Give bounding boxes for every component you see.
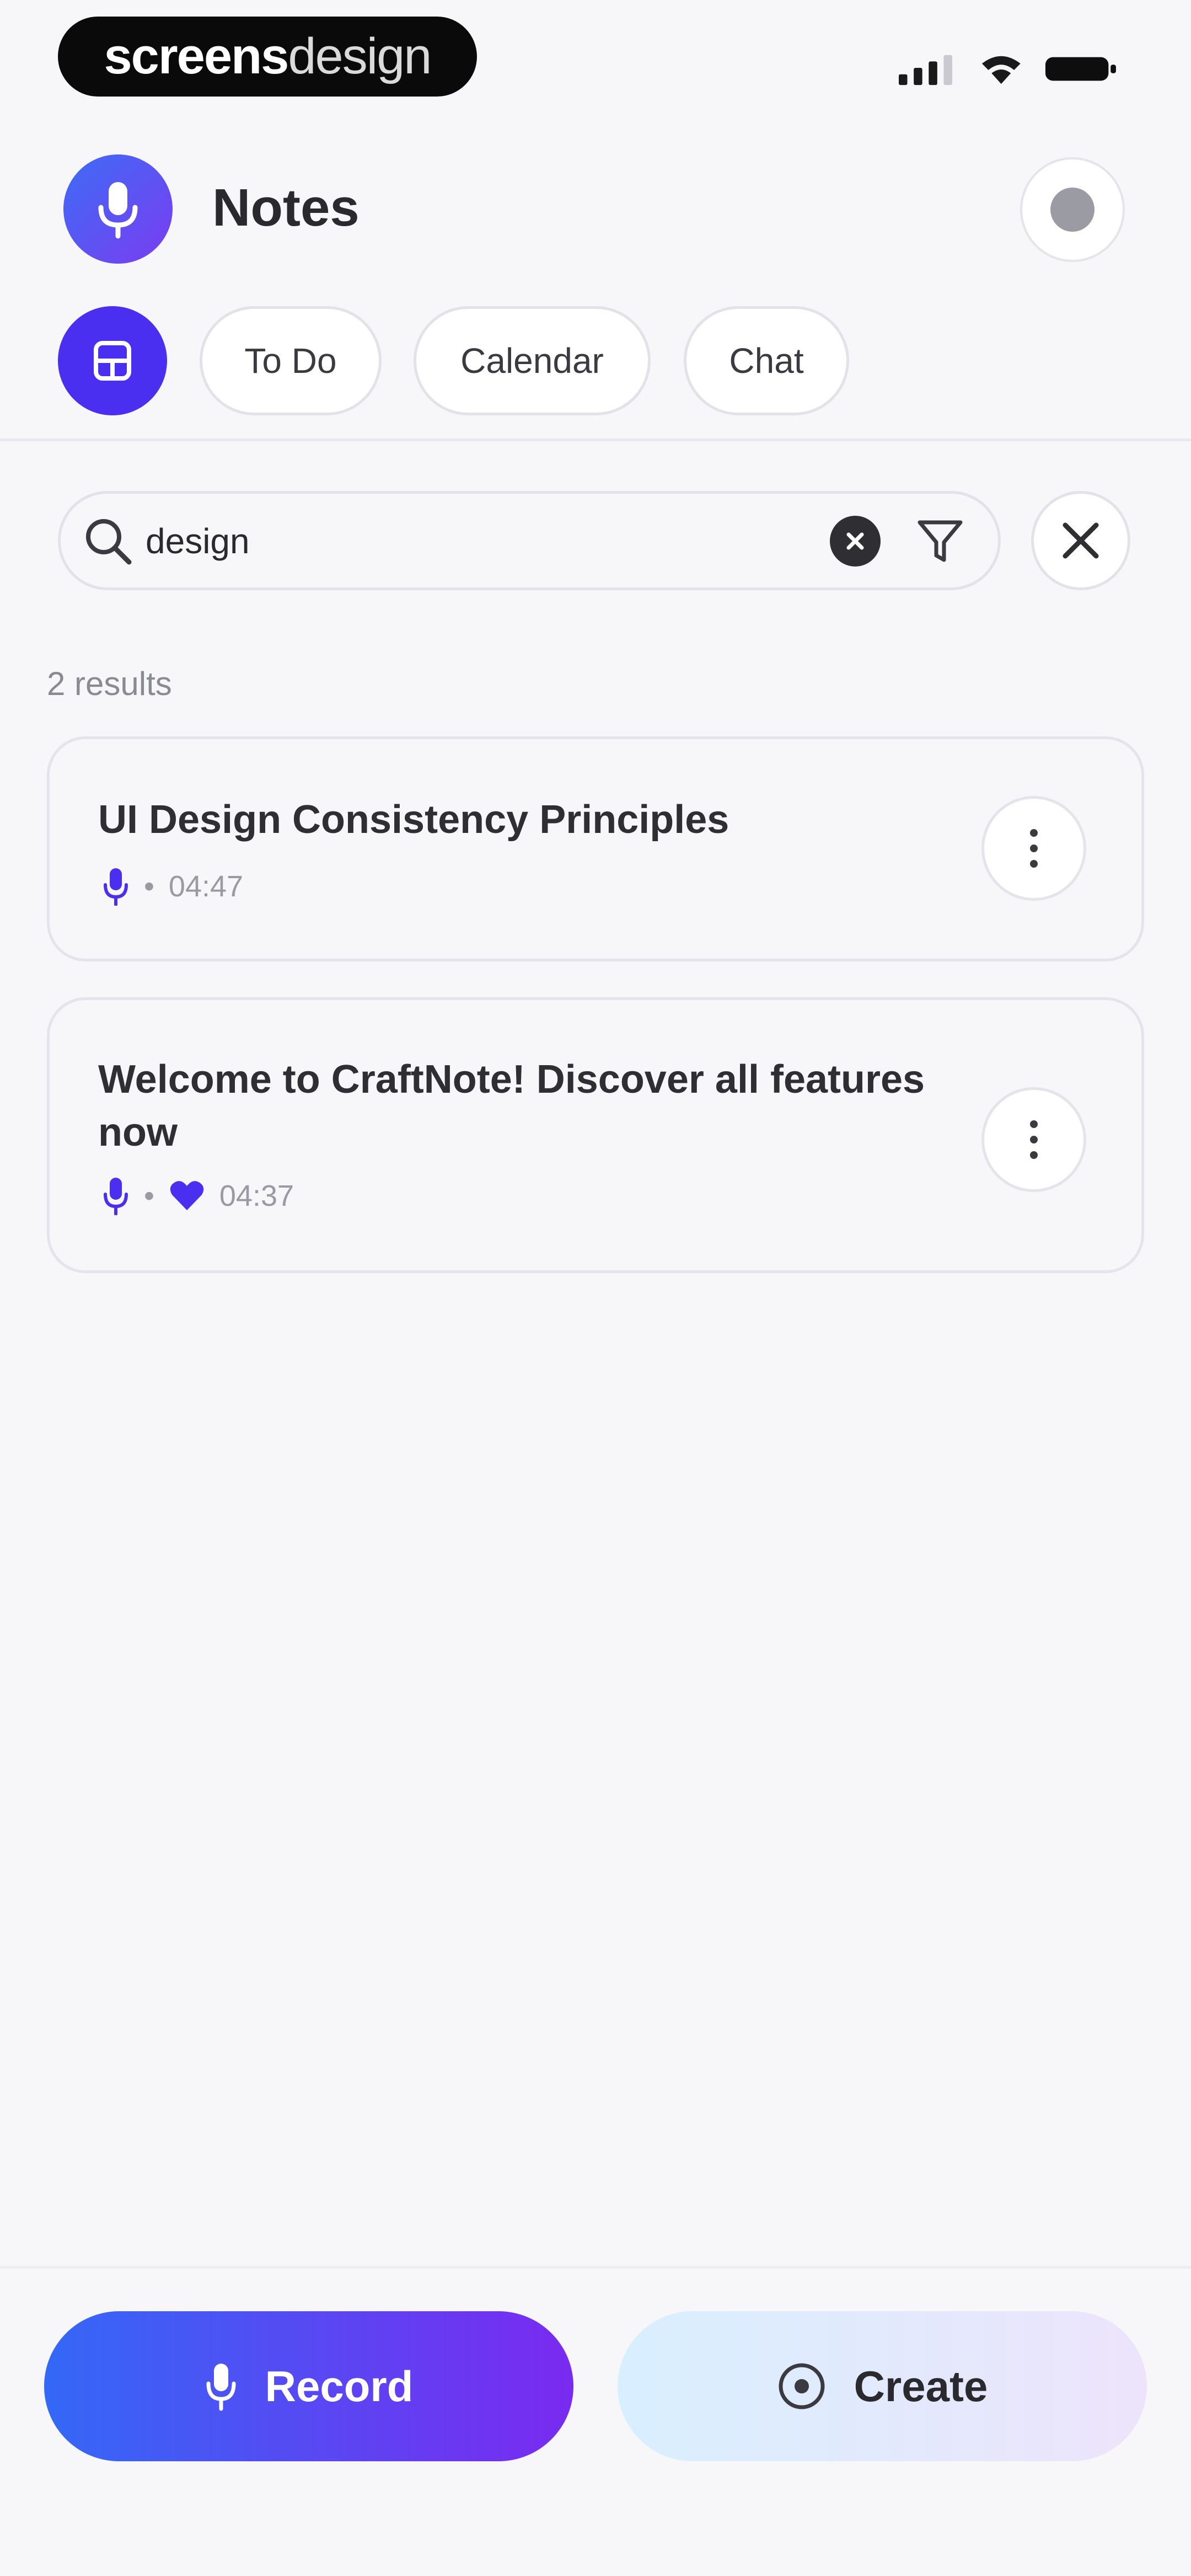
microphone-icon (206, 2364, 236, 2411)
meta-separator: • (144, 1179, 154, 1212)
note-meta: • 04:47 (102, 867, 243, 906)
clear-icon (846, 532, 864, 550)
app-logo-microphone (63, 154, 173, 264)
battery-icon (1045, 57, 1117, 81)
note-title: Welcome to CraftNote! Discover all featu… (98, 1057, 925, 1155)
filter-icon[interactable] (915, 516, 965, 565)
page-title: Notes (212, 178, 360, 237)
header-divider (0, 439, 1191, 441)
tab-notes[interactable] (58, 306, 167, 415)
microphone-icon (104, 868, 128, 906)
more-vertical-icon (1030, 829, 1038, 868)
heart-icon (170, 1181, 204, 1210)
watermark-bold-text: screens (104, 28, 289, 84)
meta-separator: • (144, 870, 154, 903)
close-search-button[interactable] (1031, 491, 1130, 590)
search-icon (86, 519, 132, 565)
create-button[interactable]: Create (618, 2311, 1147, 2461)
note-card[interactable]: UI Design Consistency Principles • 04:47 (47, 736, 1144, 961)
profile-avatar (1050, 188, 1095, 232)
signal-icon (899, 55, 952, 85)
profile-button[interactable] (1020, 157, 1125, 262)
notes-search-screen: screens design Notes To Do Calendar Chat… (0, 0, 1191, 2576)
more-vertical-icon (1030, 1120, 1038, 1159)
note-card[interactable]: Welcome to CraftNote! Discover all featu… (47, 997, 1144, 1273)
results-count: 2 results (47, 665, 172, 702)
tab-todo[interactable]: To Do (200, 306, 382, 415)
note-menu-button[interactable] (981, 796, 1086, 901)
clear-search-button[interactable] (830, 516, 881, 566)
note-duration: 04:37 (219, 1179, 294, 1212)
microphone-icon (104, 1178, 128, 1215)
record-button[interactable]: Record (44, 2311, 573, 2461)
note-duration: 04:47 (168, 870, 244, 903)
record-label: Record (265, 2361, 414, 2411)
tab-chat[interactable]: Chat (684, 306, 849, 415)
status-bar-icons (899, 52, 1119, 85)
screensdesign-watermark: screens design (58, 17, 477, 97)
tab-calendar[interactable]: Calendar (414, 306, 651, 415)
microphone-icon (98, 182, 138, 239)
watermark-light-text: design (288, 28, 432, 84)
bottom-divider (0, 2266, 1191, 2269)
wifi-icon (981, 56, 1021, 84)
plus-circle-icon (779, 2363, 825, 2409)
notes-icon (94, 341, 131, 381)
search-input[interactable] (144, 516, 808, 566)
note-meta: • 04:37 (102, 1177, 294, 1215)
create-label: Create (854, 2361, 988, 2411)
close-icon (1063, 522, 1099, 559)
note-menu-button[interactable] (981, 1087, 1086, 1192)
note-title: UI Design Consistency Principles (98, 798, 729, 842)
